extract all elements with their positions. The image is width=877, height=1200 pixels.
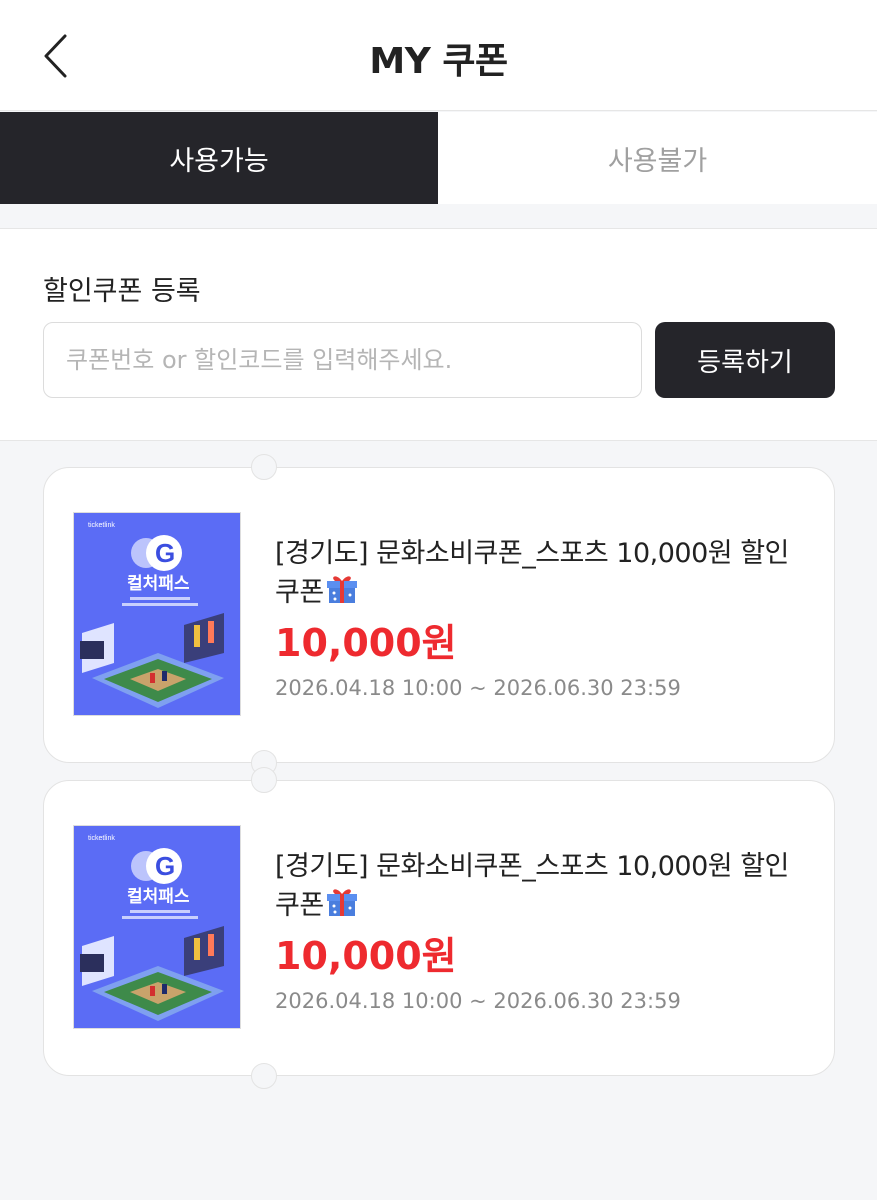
tab-available[interactable]: 사용가능 [0, 112, 438, 204]
gift-icon [326, 573, 358, 616]
thumb-letter: G [155, 851, 175, 881]
coupon-info: [경기도] 문화소비쿠폰_스포츠 10,000원 할인쿠폰 10,000원 20… [275, 847, 805, 1013]
coupon-amount: 10,000원 [275, 934, 457, 978]
coupon-amount: 10,000원 [275, 621, 457, 665]
header: MY 쿠폰 [0, 0, 877, 111]
page-title: MY 쿠폰 [369, 41, 508, 82]
coupon-code-input[interactable] [43, 322, 642, 398]
register-label: 할인쿠폰 등록 [43, 276, 201, 307]
tab-unavailable[interactable]: 사용불가 [438, 112, 877, 204]
ticket-notch [251, 767, 277, 793]
thumb-brand: ticketlink [88, 522, 115, 529]
coupon-thumbnail: ticketlink G 컬처패스 [73, 825, 241, 1029]
ticket-notch [251, 454, 277, 480]
coupon-card[interactable]: ticketlink G 컬처패스 [경기도] 문화소비쿠폰_스포츠 10,00… [43, 454, 835, 776]
ticket-notch [251, 1063, 277, 1089]
coupon-info: [경기도] 문화소비쿠폰_스포츠 10,000원 할인쿠폰 10,000원 20… [275, 534, 805, 700]
coupon-thumbnail: ticketlink G 컬처패스 [73, 512, 241, 716]
coupon-period: 2026.04.18 10:00 ~ 2026.06.30 23:59 [275, 989, 681, 1013]
coupon-card[interactable]: ticketlink G 컬처패스 [경기도] 문화소비쿠폰_스포츠 10,00… [43, 767, 835, 1089]
coupon-period: 2026.04.18 10:00 ~ 2026.06.30 23:59 [275, 676, 681, 700]
register-button[interactable]: 등록하기 [655, 322, 835, 398]
coupon-name: [경기도] 문화소비쿠폰_스포츠 10,000원 할인쿠폰 [275, 847, 805, 929]
gift-icon [326, 886, 358, 929]
tab-bar: 사용가능 사용불가 [0, 112, 877, 204]
coupon-name: [경기도] 문화소비쿠폰_스포츠 10,000원 할인쿠폰 [275, 534, 805, 616]
thumb-brand: ticketlink [88, 835, 115, 842]
thumb-title: 컬처패스 [127, 887, 190, 907]
coupon-register-section: 할인쿠폰 등록 등록하기 [0, 228, 877, 441]
thumb-title: 컬처패스 [127, 574, 190, 594]
thumb-letter: G [155, 538, 175, 568]
